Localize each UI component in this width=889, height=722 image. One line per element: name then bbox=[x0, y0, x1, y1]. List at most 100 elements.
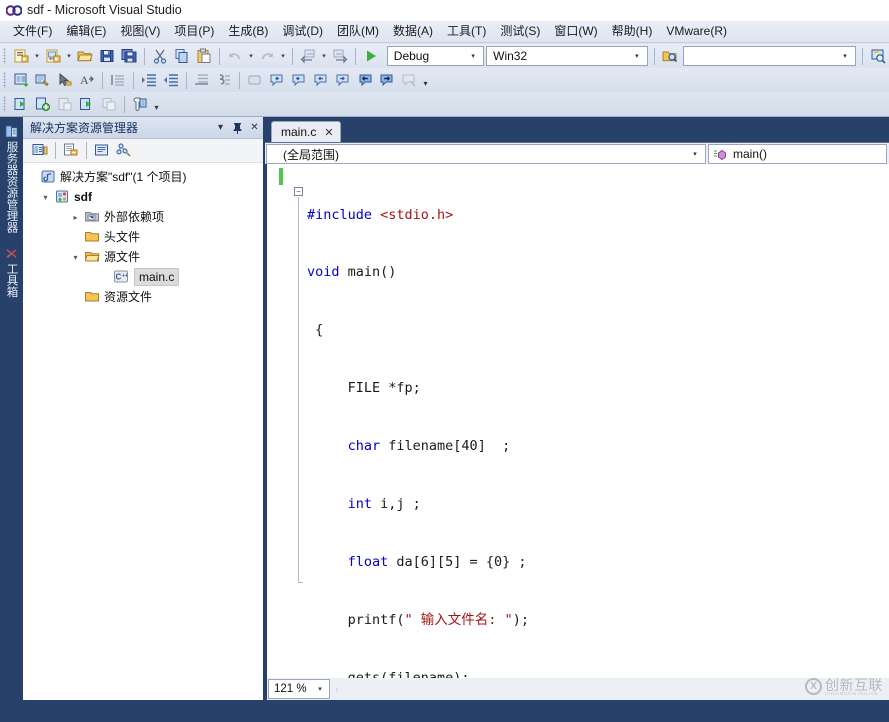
toolbar-separator bbox=[654, 48, 655, 65]
redo-dropdown-icon[interactable]: ▾ bbox=[278, 45, 288, 67]
quick-find-icon[interactable] bbox=[867, 45, 889, 67]
toolbar-grip[interactable] bbox=[3, 48, 6, 64]
pin-icon[interactable] bbox=[229, 119, 246, 137]
new-item-icon[interactable] bbox=[42, 45, 64, 67]
tree-item-source-files[interactable]: ▾ 源文件 bbox=[23, 247, 263, 267]
indent-icon[interactable] bbox=[107, 69, 129, 91]
toolbar-grip[interactable] bbox=[3, 96, 6, 112]
undo-dropdown-icon[interactable]: ▾ bbox=[246, 45, 256, 67]
bookmark-blank-icon[interactable] bbox=[244, 69, 266, 91]
tree-item-resource-files[interactable]: 资源文件 bbox=[23, 287, 263, 307]
bookmark-clear-icon[interactable] bbox=[376, 69, 398, 91]
chevron-down-icon[interactable]: ▾ bbox=[466, 47, 480, 65]
chevron-down-icon[interactable]: ▾ bbox=[688, 145, 702, 163]
cut-icon[interactable] bbox=[149, 45, 171, 67]
decrease-indent-icon[interactable] bbox=[160, 69, 182, 91]
solution-explorer-header: 解决方案资源管理器 ▾ ✕ bbox=[23, 117, 263, 139]
scope-combo[interactable]: (全局范围) ▾ bbox=[266, 144, 706, 164]
new-item-dropdown-icon[interactable]: ▾ bbox=[64, 45, 74, 67]
navigate-backward-dropdown-icon[interactable]: ▾ bbox=[319, 45, 329, 67]
collapse-toggle-icon[interactable]: − bbox=[294, 187, 303, 196]
toggle-tools-icon[interactable] bbox=[129, 93, 151, 115]
horizontal-scroll-left-button[interactable]: ‹ bbox=[330, 679, 344, 699]
increase-indent-icon[interactable] bbox=[138, 69, 160, 91]
new-project-icon[interactable] bbox=[10, 45, 32, 67]
chevron-down-icon[interactable]: ▾ bbox=[314, 680, 326, 698]
menu-item-data[interactable]: 数据(A) bbox=[386, 22, 440, 41]
show-all-files-icon[interactable] bbox=[60, 141, 82, 161]
menu-item-test[interactable]: 测试(S) bbox=[493, 22, 547, 41]
sidebar-item-server-explorer[interactable]: 服务器资源管理器 bbox=[1, 121, 23, 237]
bookmark-disable-icon[interactable] bbox=[398, 69, 420, 91]
undo-icon[interactable] bbox=[224, 45, 246, 67]
open-file-icon[interactable] bbox=[74, 45, 96, 67]
chevron-right-icon[interactable]: ▸ bbox=[68, 213, 83, 222]
tree-item-external-dependencies[interactable]: ▸ 外部依赖项 bbox=[23, 207, 263, 227]
class-diagram-icon[interactable] bbox=[113, 141, 135, 161]
zoom-combo[interactable]: 121 % ▾ bbox=[268, 679, 330, 699]
menu-item-help[interactable]: 帮助(H) bbox=[605, 22, 660, 41]
menu-item-window[interactable]: 窗口(W) bbox=[547, 22, 604, 41]
menu-item-view[interactable]: 视图(V) bbox=[113, 22, 167, 41]
step-over-disabled-icon[interactable] bbox=[54, 93, 76, 115]
menu-item-vmware[interactable]: VMware(R) bbox=[659, 22, 734, 41]
navigate-forward-icon[interactable] bbox=[329, 45, 351, 67]
tree-item-header-files[interactable]: 头文件 bbox=[23, 227, 263, 247]
menu-item-tools[interactable]: 工具(T) bbox=[440, 22, 493, 41]
save-all-icon[interactable] bbox=[118, 45, 140, 67]
copy-icon[interactable] bbox=[171, 45, 193, 67]
chevron-down-icon[interactable]: ▾ bbox=[38, 193, 53, 202]
toolbar-overflow-icon[interactable]: ▾ bbox=[420, 69, 431, 91]
find-in-files-icon[interactable] bbox=[659, 45, 681, 67]
menu-item-project[interactable]: 项目(P) bbox=[167, 22, 221, 41]
start-debugging-icon[interactable] bbox=[360, 45, 382, 67]
sidebar-item-toolbox[interactable]: 工具箱 bbox=[1, 243, 23, 302]
step-into-icon[interactable] bbox=[10, 93, 32, 115]
paste-icon[interactable] bbox=[193, 45, 215, 67]
step-out-icon[interactable] bbox=[76, 93, 98, 115]
new-project-dropdown-icon[interactable]: ▾ bbox=[32, 45, 42, 67]
configuration-combo[interactable]: Debug ▾ bbox=[387, 46, 484, 66]
bookmark-prev-icon[interactable] bbox=[266, 69, 288, 91]
tree-item-project-sdf[interactable]: ▾ sdf bbox=[23, 187, 263, 207]
bookmark-prev-folder-icon[interactable] bbox=[310, 69, 332, 91]
toolbar-grip[interactable] bbox=[3, 72, 6, 88]
close-icon[interactable]: ✕ bbox=[324, 126, 333, 139]
bookmark-toggle-icon[interactable] bbox=[354, 69, 376, 91]
menu-item-edit[interactable]: 编辑(E) bbox=[59, 22, 113, 41]
member-combo[interactable]: main() bbox=[708, 144, 887, 164]
close-icon[interactable]: ✕ bbox=[246, 119, 263, 137]
chevron-down-icon[interactable]: ▾ bbox=[630, 47, 644, 65]
platform-combo[interactable]: Win32 ▾ bbox=[486, 46, 648, 66]
properties-icon[interactable] bbox=[29, 141, 51, 161]
code-text[interactable]: #include <stdio.h> void main() { FILE *f… bbox=[307, 164, 889, 678]
chevron-down-icon[interactable]: ▾ bbox=[68, 253, 83, 262]
chevron-down-icon[interactable]: ▾ bbox=[838, 47, 852, 65]
object-browser-icon[interactable] bbox=[32, 69, 54, 91]
navigate-backward-icon[interactable] bbox=[297, 45, 319, 67]
menu-item-team[interactable]: 团队(M) bbox=[330, 22, 386, 41]
tree-item-solution[interactable]: 解决方案"sdf"(1 个项目) bbox=[23, 167, 263, 187]
menu-bar: 文件(F) 编辑(E) 视图(V) 项目(P) 生成(B) 调试(D) 团队(M… bbox=[0, 21, 889, 43]
document-tab-main-c[interactable]: main.c ✕ bbox=[271, 121, 341, 142]
run-to-cursor-icon[interactable] bbox=[32, 93, 54, 115]
comment-icon[interactable] bbox=[191, 69, 213, 91]
view-code-icon[interactable] bbox=[91, 141, 113, 161]
menu-item-build[interactable]: 生成(B) bbox=[221, 22, 275, 41]
code-editor[interactable]: − #include <stdio.h> void main() { FILE … bbox=[265, 164, 889, 678]
panel-dropdown-icon[interactable]: ▾ bbox=[212, 119, 229, 137]
font-size-icon[interactable]: A bbox=[76, 69, 98, 91]
bookmark-next-folder-icon[interactable] bbox=[332, 69, 354, 91]
redo-icon[interactable] bbox=[256, 45, 278, 67]
properties-window-icon[interactable] bbox=[10, 69, 32, 91]
save-icon[interactable] bbox=[96, 45, 118, 67]
toolbar-overflow-icon[interactable]: ▾ bbox=[151, 93, 162, 115]
search-input[interactable]: ▾ bbox=[683, 46, 856, 66]
uncomment-icon[interactable] bbox=[213, 69, 235, 91]
menu-item-debug[interactable]: 调试(D) bbox=[275, 22, 330, 41]
toolbox-pointer-icon[interactable] bbox=[54, 69, 76, 91]
breakpoint-disabled-icon[interactable] bbox=[98, 93, 120, 115]
tree-item-main-c[interactable]: C++ main.c bbox=[23, 267, 263, 287]
menu-item-file[interactable]: 文件(F) bbox=[6, 22, 59, 41]
bookmark-next-icon[interactable] bbox=[288, 69, 310, 91]
